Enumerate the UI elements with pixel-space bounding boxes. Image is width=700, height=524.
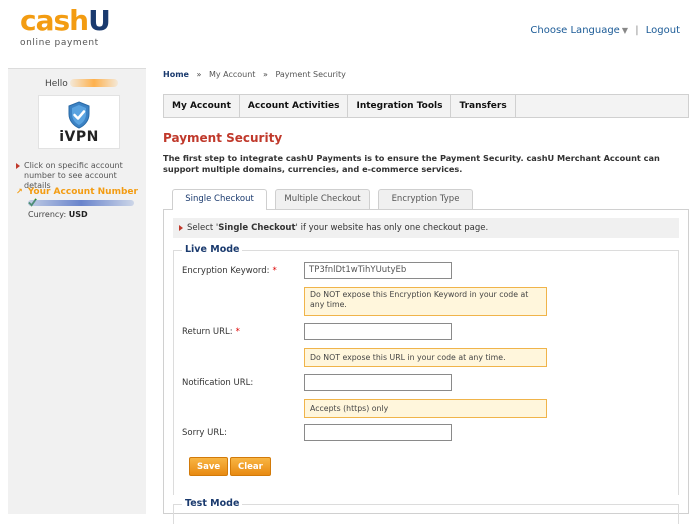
cashu-logo[interactable]: cashU online payment [20,4,111,49]
encryption-keyword-field[interactable]: TP3fnlDt1wTihYUutyEb [304,262,452,279]
main-nav: My Account Account Activities Integratio… [163,94,689,118]
test-mode-section: Test Mode [173,498,679,524]
checkout-panel: Select 'Single Checkout' if your website… [163,209,689,524]
breadcrumb-separator: » [196,70,202,79]
breadcrumb-home[interactable]: Home [163,70,189,79]
sidebar: Hello iVPN Click on specific account num… [8,68,146,514]
redacted-username [69,79,118,87]
breadcrumb-my-account[interactable]: My Account [209,70,255,79]
header: cashU online payment Choose Language ▼ | … [0,0,700,64]
arrow-up-right-icon: ↗ [16,187,23,196]
nav-transfers[interactable]: Transfers [451,95,516,117]
logo-wordmark: cashU [20,4,111,37]
encryption-keyword-hint: Do NOT expose this Encryption Keyword in… [304,287,547,316]
live-mode-legend: Live Mode [182,244,243,255]
save-button[interactable]: Save [189,457,229,476]
nav-my-account[interactable]: My Account [164,95,240,117]
page-title: Payment Security [163,131,283,145]
tab-single-checkout[interactable]: Single Checkout [172,189,267,210]
breadcrumb-current: Payment Security [275,70,346,79]
nav-integration-tools[interactable]: Integration Tools [348,95,452,117]
clear-button[interactable]: Clear [230,457,271,476]
logo-tagline: online payment [20,38,99,48]
redacted-account-number[interactable] [28,200,134,206]
sorry-url-label: Sorry URL: [182,428,227,438]
tab-multiple-checkout[interactable]: Multiple Checkout [275,189,370,209]
top-links: Choose Language ▼ | Logout [530,25,680,36]
breadcrumb: Home » My Account » Payment Security [163,70,346,79]
live-mode-section: Live Mode Encryption Keyword: * TP3fnlDt1… [173,244,679,495]
notification-url-hint: Accepts (https) only [304,399,547,418]
test-mode-legend: Test Mode [182,498,243,509]
encryption-keyword-label: Encryption Keyword: * [182,266,277,276]
nav-account-activities[interactable]: Account Activities [240,95,349,117]
notification-url-field[interactable] [304,374,452,391]
notification-url-label: Notification URL: [182,378,254,388]
required-mark: * [272,266,277,276]
tab-encryption-type[interactable]: Encryption Type [378,189,473,209]
return-url-hint: Do NOT expose this URL in your code at a… [304,348,547,367]
hello-greeting: Hello [45,79,118,89]
sorry-url-field[interactable] [304,424,452,441]
vpn-badge: iVPN [38,95,120,149]
caret-down-icon: ▼ [621,26,628,35]
shield-icon [68,101,90,129]
your-account-number-link[interactable]: ↗ Your Account Number [16,187,138,197]
return-url-field[interactable] [304,323,452,340]
breadcrumb-separator: » [262,70,268,79]
intro-text: The first step to integrate cashU Paymen… [163,153,660,174]
logout-link[interactable]: Logout [646,25,680,36]
link-separator: | [635,25,639,36]
vpn-label: iVPN [59,129,99,145]
currency-info: Currency: USD [28,210,88,219]
currency-value: USD [68,210,88,219]
checkout-notice: Select 'Single Checkout' if your website… [173,218,679,238]
required-mark: * [235,327,240,337]
return-url-label: Return URL: * [182,327,240,337]
choose-language-link[interactable]: Choose Language ▼ [530,25,628,36]
